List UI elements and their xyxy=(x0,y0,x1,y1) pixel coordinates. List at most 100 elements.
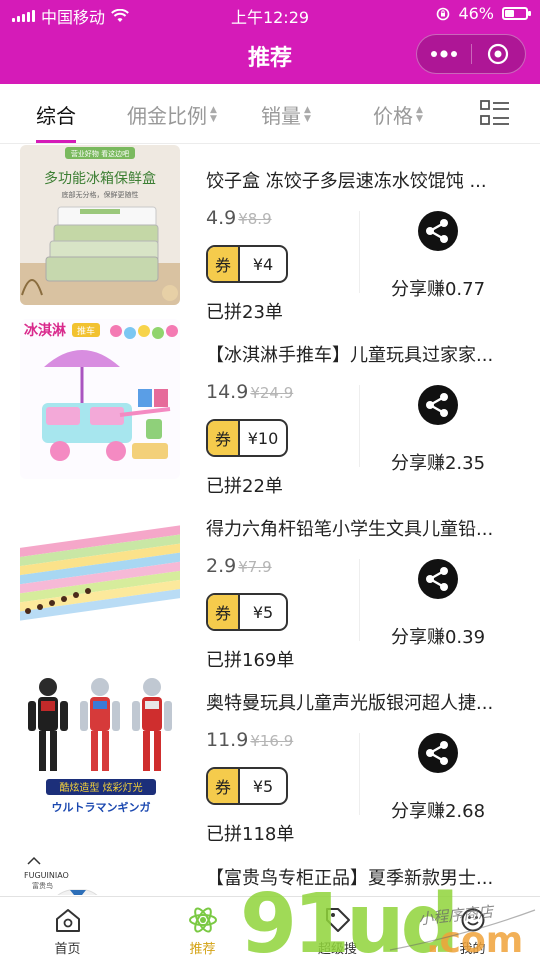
share-earn-label[interactable]: 分享赚2.68 xyxy=(360,797,516,823)
tabbar-item-home[interactable]: 首页 xyxy=(0,897,135,960)
price-row: 2.9 ¥7.9 xyxy=(206,555,272,577)
coupon-badge[interactable]: 券 ¥5 xyxy=(206,593,288,631)
active-tab-indicator xyxy=(36,140,76,143)
tab-price[interactable]: 价格 ▲ ▼ xyxy=(373,100,423,129)
atom-icon xyxy=(188,907,217,933)
tab-label: 销量 xyxy=(261,104,301,128)
product-image-food-container[interactable]: 营业好物 看这边吧 多功能冰箱保鲜盒 底部无分格，保鲜更随性 xyxy=(20,145,180,305)
tabbar-item-super-search[interactable]: 超级搜 xyxy=(270,897,405,960)
product-title[interactable]: 【冰淇淋手推车】儿童玩具过家家... xyxy=(206,341,518,367)
tabbar-item-mine[interactable]: 我的 xyxy=(405,897,540,960)
battery-icon xyxy=(502,7,531,20)
product-title[interactable]: 饺子盒 冻饺子多层速冻水饺馄饨 ... xyxy=(206,167,518,193)
navigation-header: 中国移动 上午12:29 46% 推荐 xyxy=(0,0,540,84)
thumb-subtitle-text: 推车 xyxy=(77,325,95,337)
original-price: ¥8.9 xyxy=(238,210,272,228)
coupon-tag: 券 xyxy=(208,421,240,455)
bottom-tab-bar: 首页 推荐 超级搜 我的 xyxy=(0,896,540,960)
more-dots-icon xyxy=(430,50,457,58)
coupon-amount: ¥10 xyxy=(247,428,279,448)
thumb-title-text: 冰淇淋 xyxy=(24,322,66,339)
original-price-value: 24.9 xyxy=(259,384,294,402)
coupon-amount: ¥4 xyxy=(252,254,274,274)
product-image-pencils[interactable] xyxy=(20,493,180,653)
brand-logo-text: FUGUINIAO xyxy=(24,871,69,880)
price-row: 11.9 ¥16.9 xyxy=(206,729,293,751)
share-icon[interactable] xyxy=(418,733,458,773)
rotation-lock-icon xyxy=(437,7,450,20)
battery-percent: 46% xyxy=(458,4,494,23)
status-bar: 中国移动 上午12:29 46% xyxy=(0,0,540,28)
product-title[interactable]: 奥特曼玩具儿童声光版银河超人捷... xyxy=(206,689,518,715)
share-earn-label[interactable]: 分享赚2.35 xyxy=(360,449,516,475)
product-price: 4.9 xyxy=(206,207,237,229)
list-grid-icon xyxy=(480,100,509,125)
home-icon xyxy=(55,909,80,932)
tag-icon xyxy=(325,908,350,932)
brand-logo-cn-text: 富贵鸟 xyxy=(32,881,53,890)
original-price-value: 7.9 xyxy=(247,558,272,576)
tabbar-label: 超级搜 xyxy=(317,942,357,957)
share-earn-label[interactable]: 分享赚0.77 xyxy=(360,275,516,301)
thumb-subtitle-text: 底部无分格，保鲜更随性 xyxy=(62,190,139,199)
tabbar-label: 推荐 xyxy=(189,942,216,957)
tabbar-item-recommend[interactable]: 推荐 xyxy=(135,897,270,960)
product-card[interactable]: 营业好物 看这边吧 多功能冰箱保鲜盒 底部无分格，保鲜更随性 饺子盒 冻饺子多层… xyxy=(0,145,540,323)
product-price: 11.9 xyxy=(206,729,249,751)
product-title[interactable]: 【富贵鸟专柜正品】夏季新款男士... xyxy=(206,864,518,890)
coupon-badge[interactable]: 券 ¥5 xyxy=(206,767,288,805)
product-list: 营业好物 看这边吧 多功能冰箱保鲜盒 底部无分格，保鲜更随性 饺子盒 冻饺子多层… xyxy=(0,145,540,895)
coupon-tag: 券 xyxy=(208,595,240,629)
product-image-fuguiniao[interactable]: FUGUINIAO 富贵鸟 xyxy=(20,854,180,895)
product-card[interactable]: 冰淇淋 推车 【冰淇淋手推车】儿童玩具过家家... 14.9 ¥24.9 券 ¥… xyxy=(0,319,540,497)
thumb-banner-text: 营业好物 看这边吧 xyxy=(71,149,129,158)
sort-arrows-icon: ▲ ▼ xyxy=(304,104,311,124)
tab-label: 价格 xyxy=(373,104,413,128)
coupon-tag: 券 xyxy=(208,247,240,281)
price-row: 14.9 ¥24.9 xyxy=(206,381,293,403)
tab-label: 佣金比例 xyxy=(127,104,207,128)
tab-sales[interactable]: 销量 ▲ ▼ xyxy=(261,100,311,129)
product-image-ultraman-toys[interactable]: 酷炫造型 炫彩灯光 ウルトラマンギンガ xyxy=(20,667,180,827)
sort-arrows-icon: ▲ ▼ xyxy=(416,104,423,124)
close-mini-program-button[interactable] xyxy=(472,35,526,73)
original-price: ¥24.9 xyxy=(250,384,294,402)
product-card[interactable]: 得力六角杆铅笔小学生文具儿童铅... 2.9 ¥7.9 券 ¥5 已拼169单 … xyxy=(0,493,540,671)
coupon-tag: 券 xyxy=(208,769,240,803)
share-icon[interactable] xyxy=(418,559,458,599)
original-price-value: 8.9 xyxy=(247,210,272,228)
original-price: ¥16.9 xyxy=(250,732,294,750)
share-icon[interactable] xyxy=(418,211,458,251)
thumb-subtitle-text: ウルトラマンギンガ xyxy=(52,800,151,814)
sort-arrows-icon: ▲ ▼ xyxy=(210,104,217,124)
coupon-amount: ¥5 xyxy=(252,602,274,622)
target-circle-icon xyxy=(488,43,509,65)
tabbar-label: 我的 xyxy=(459,942,486,957)
product-title[interactable]: 得力六角杆铅笔小学生文具儿童铅... xyxy=(206,515,518,541)
original-price: ¥7.9 xyxy=(238,558,272,576)
share-icon[interactable] xyxy=(418,385,458,425)
price-row: 4.9 ¥8.9 xyxy=(206,207,272,229)
product-image-ice-cream-cart[interactable]: 冰淇淋 推车 xyxy=(20,319,180,479)
product-price: 14.9 xyxy=(206,381,249,403)
coupon-badge[interactable]: 券 ¥4 xyxy=(206,245,288,283)
product-card[interactable]: 酷炫造型 炫彩灯光 ウルトラマンギンガ 奥特曼玩具儿童声光版银河超人捷... 1… xyxy=(0,667,540,845)
product-card[interactable]: FUGUINIAO 富贵鸟 【富贵鸟专柜正品】夏季新款男士... xyxy=(0,850,540,895)
product-price: 2.9 xyxy=(206,555,237,577)
tabbar-label: 首页 xyxy=(54,942,81,957)
sold-count: 已拼118单 xyxy=(206,824,295,845)
more-button[interactable] xyxy=(417,35,471,73)
tab-comprehensive[interactable]: 综合 xyxy=(36,100,76,129)
tab-commission-rate[interactable]: 佣金比例 ▲ ▼ xyxy=(127,100,217,129)
coupon-badge[interactable]: 券 ¥10 xyxy=(206,419,288,457)
original-price-value: 16.9 xyxy=(259,732,294,750)
share-earn-label[interactable]: 分享赚0.39 xyxy=(360,623,516,649)
thumb-title-text: 多功能冰箱保鲜盒 xyxy=(44,170,156,187)
list-layout-toggle[interactable] xyxy=(480,100,510,130)
coupon-amount: ¥5 xyxy=(252,776,274,796)
smiley-icon xyxy=(461,908,484,932)
mini-program-capsule xyxy=(416,34,526,74)
tab-label: 综合 xyxy=(36,104,76,128)
sort-tabs: 综合 佣金比例 ▲ ▼ 销量 ▲ ▼ 价格 ▲ ▼ xyxy=(0,84,540,144)
thumb-title-text: 酷炫造型 炫彩灯光 xyxy=(59,781,142,794)
